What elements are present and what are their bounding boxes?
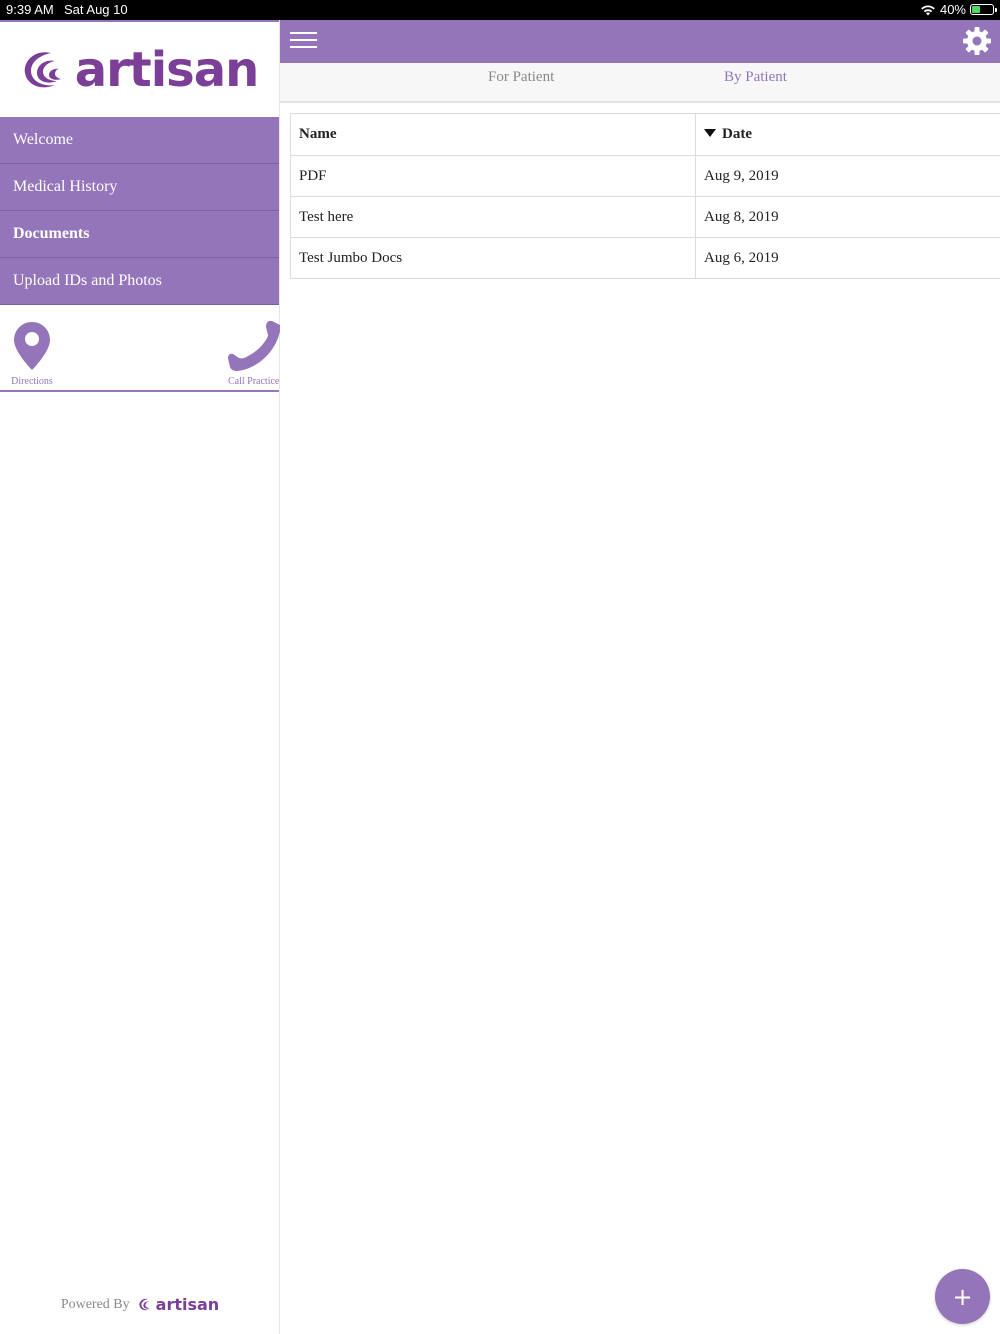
column-header-label: Name bbox=[299, 126, 337, 142]
table-row[interactable]: Test Jumbo Docs Aug 6, 2019 bbox=[290, 237, 1000, 279]
powered-by: Powered By artisan bbox=[0, 1295, 280, 1314]
sidebar-item-label: Welcome bbox=[13, 131, 74, 148]
wifi-icon bbox=[921, 4, 935, 15]
battery-percent: 40% bbox=[939, 2, 966, 17]
sidebar-item-label: Medical History bbox=[13, 178, 118, 195]
sort-desc-icon bbox=[704, 129, 716, 137]
document-date-cell: Aug 9, 2019 bbox=[695, 155, 1000, 197]
sidebar-item-medical-history[interactable]: Medical History bbox=[0, 164, 279, 211]
call-practice-label: Call Practice bbox=[228, 376, 280, 387]
call-practice-button[interactable]: Call Practice bbox=[228, 321, 280, 387]
footer-logo: artisan bbox=[138, 1295, 220, 1314]
sidebar-item-label: Documents bbox=[13, 225, 90, 242]
sidebar-item-documents[interactable]: Documents bbox=[0, 211, 279, 258]
status-time: 9:39 AM bbox=[6, 2, 54, 17]
column-header-date[interactable]: Date bbox=[695, 113, 1000, 156]
document-date-cell: Aug 6, 2019 bbox=[695, 237, 1000, 279]
gear-icon[interactable] bbox=[962, 26, 992, 56]
document-tabs: For Patient By Patient bbox=[280, 63, 1000, 103]
directions-label: Directions bbox=[11, 376, 53, 387]
sidebar: artisan Welcome Medical History Document… bbox=[0, 20, 280, 1334]
sidebar-item-welcome[interactable]: Welcome bbox=[0, 117, 279, 164]
brand-logo-area: artisan bbox=[0, 20, 279, 117]
add-document-button[interactable]: + bbox=[935, 1269, 990, 1324]
battery-fill bbox=[972, 6, 980, 13]
column-header-name[interactable]: Name bbox=[290, 113, 696, 156]
directions-button[interactable]: Directions bbox=[8, 321, 56, 387]
hamburger-icon[interactable] bbox=[290, 32, 317, 50]
status-date: Sat Aug 10 bbox=[64, 2, 128, 17]
brand-logo: artisan bbox=[21, 42, 259, 98]
quick-actions: Directions Call Practice bbox=[0, 305, 280, 392]
battery-icon bbox=[970, 4, 997, 15]
sidebar-nav: Welcome Medical History Documents Upload… bbox=[0, 117, 279, 305]
column-header-label: Date bbox=[722, 126, 752, 142]
tab-by-patient[interactable]: By Patient bbox=[724, 69, 787, 86]
tab-for-patient[interactable]: For Patient bbox=[488, 69, 554, 86]
documents-table: Name Date PDF Aug 9, 2019 Test here Aug … bbox=[290, 113, 1000, 279]
location-pin-icon bbox=[14, 322, 50, 370]
document-date-cell: Aug 8, 2019 bbox=[695, 196, 1000, 238]
brand-wordmark: artisan bbox=[74, 41, 260, 98]
status-right: 40% bbox=[920, 2, 997, 17]
footer-wordmark: artisan bbox=[155, 1295, 220, 1314]
phone-icon bbox=[228, 321, 280, 371]
brand-swirl-icon bbox=[139, 1298, 150, 1311]
table-row[interactable]: PDF Aug 9, 2019 bbox=[290, 155, 1000, 197]
top-bar bbox=[280, 20, 1000, 63]
brand-swirl-icon bbox=[24, 51, 61, 87]
table-row[interactable]: Test here Aug 8, 2019 bbox=[290, 196, 1000, 238]
table-header-row: Name Date bbox=[290, 113, 1000, 156]
powered-by-text: Powered By bbox=[60, 1296, 130, 1312]
document-name-cell: PDF bbox=[290, 155, 696, 197]
sidebar-item-label: Upload IDs and Photos bbox=[13, 272, 162, 289]
document-name-cell: Test Jumbo Docs bbox=[290, 237, 696, 279]
status-bar: 9:39 AM Sat Aug 10 40% bbox=[0, 0, 1000, 20]
sidebar-item-upload-ids[interactable]: Upload IDs and Photos bbox=[0, 258, 279, 305]
plus-icon: + bbox=[952, 1282, 973, 1311]
document-name-cell: Test here bbox=[290, 196, 696, 238]
